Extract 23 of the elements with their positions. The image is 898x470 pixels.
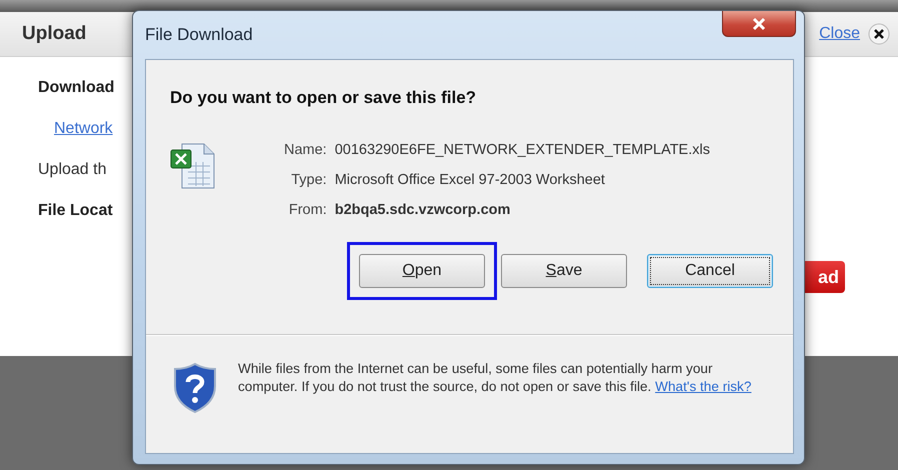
- panel-title: Upload: [22, 23, 86, 45]
- warning-text: While files from the Internet can be useful, some files can potentially harm your computer. If you do not trust the source, do not open or save this file. What's the risk?: [238, 360, 752, 396]
- window-title: File Download: [145, 25, 253, 45]
- field-label: Type:: [290, 172, 327, 188]
- close-icon[interactable]: [868, 23, 890, 45]
- field-label: Name:: [284, 142, 327, 158]
- dialog-question: Do you want to open or save this file?: [170, 88, 478, 108]
- close-button[interactable]: [722, 11, 796, 37]
- dialog-button[interactable]: Cancel: [647, 254, 773, 288]
- dialog-button[interactable]: Open: [359, 254, 485, 288]
- close-link[interactable]: Close: [819, 25, 860, 43]
- page-link[interactable]: Network: [54, 120, 113, 137]
- risk-link[interactable]: What's the risk?: [655, 379, 752, 394]
- section-heading: File Locat: [38, 202, 113, 219]
- close-icon: [751, 16, 767, 30]
- dialog-button[interactable]: Save: [501, 254, 627, 288]
- field-value: Microsoft Office Excel 97-2003 Worksheet: [334, 172, 606, 188]
- field-value: 00163290E6FE_NETWORK_EXTENDER_TEMPLATE.xls: [334, 142, 710, 158]
- section-heading: Download: [38, 79, 114, 96]
- shield-help-icon: [172, 362, 218, 414]
- field-label: From:: [288, 202, 327, 218]
- body-text: Upload th: [38, 161, 106, 178]
- field-value: b2bqa5.sdc.vzwcorp.com: [334, 202, 512, 218]
